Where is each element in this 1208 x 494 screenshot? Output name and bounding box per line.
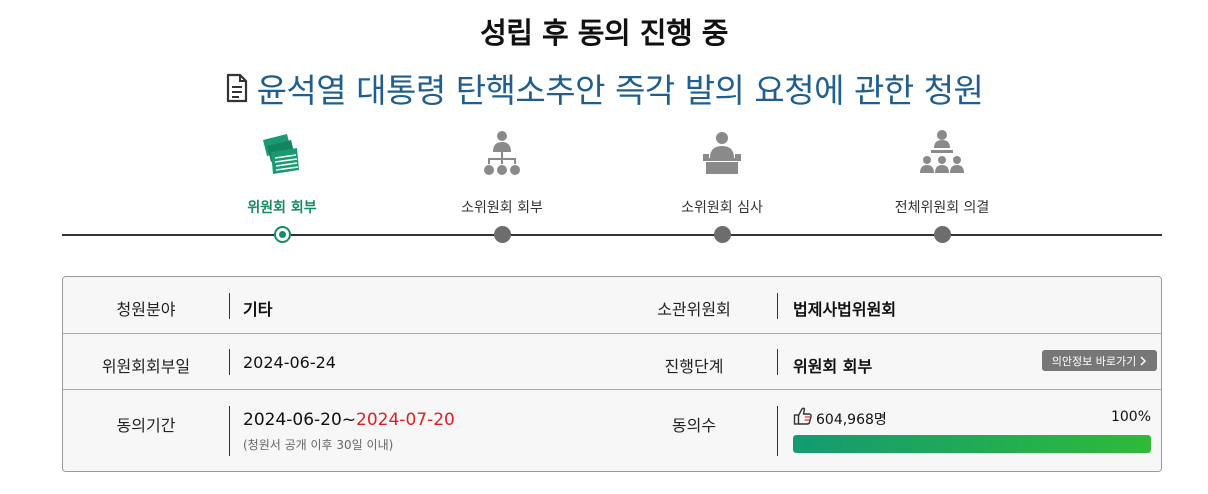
podium-speaker-icon bbox=[703, 132, 741, 174]
field-label: 청원분야 bbox=[116, 300, 176, 319]
info-row-referral: 위원회회부일 2024-06-24 진행단계 위원회 회부 의안정보 바로가기 bbox=[63, 334, 1161, 390]
org-chart-icon bbox=[484, 131, 520, 175]
step-dot bbox=[714, 226, 731, 243]
period-start: 2024-06-20~ bbox=[243, 410, 357, 430]
info-row-period: 동의기간 2024-06-20~2024-07-20 (청원서 공개 이후 30… bbox=[63, 390, 1161, 471]
bill-info-link-label: 의안정보 바로가기 bbox=[1051, 354, 1137, 368]
status-title: 성립 후 동의 진행 중 bbox=[480, 16, 728, 50]
step-full-committee-vote: 전체위원회 의결 bbox=[852, 128, 1032, 216]
timeline-line bbox=[62, 234, 1162, 236]
stage-label: 진행단계 bbox=[664, 357, 724, 376]
agree-progress-bar bbox=[793, 435, 1151, 453]
period-note: (청원서 공개 이후 30일 이내) bbox=[243, 438, 394, 452]
step-committee-referral: 위원회 회부 bbox=[192, 128, 372, 216]
petition-title: 윤석열 대통령 탄핵소추안 즉각 발의 요청에 관한 청원 bbox=[0, 64, 1208, 112]
divider bbox=[777, 406, 778, 456]
agree-progress-fill bbox=[793, 435, 1151, 453]
agree-count-value: 604,968명 bbox=[816, 412, 887, 428]
field-value: 기타 bbox=[243, 300, 273, 319]
divider bbox=[777, 293, 778, 319]
petition-info-table: 청원분야 기타 소관위원회 법제사법위원회 위원회회부일 2024-06-24 … bbox=[62, 276, 1162, 472]
bill-info-link-button[interactable]: 의안정보 바로가기 bbox=[1042, 350, 1157, 371]
step-subcommittee-referral: 소위원회 회부 bbox=[412, 128, 592, 216]
committee-label: 소관위원회 bbox=[657, 300, 731, 319]
step-label: 위원회 회부 bbox=[247, 200, 317, 216]
referral-date-value: 2024-06-24 bbox=[243, 353, 336, 372]
referral-date-label: 위원회회부일 bbox=[101, 357, 191, 376]
info-row-field: 청원분야 기타 소관위원회 법제사법위원회 bbox=[63, 277, 1161, 334]
divider bbox=[229, 406, 230, 456]
thumbs-up-icon bbox=[793, 407, 812, 425]
divider bbox=[229, 293, 230, 319]
committee-value: 법제사법위원회 bbox=[793, 300, 897, 319]
stacked-documents-icon bbox=[263, 134, 299, 174]
step-label: 소위원회 회부 bbox=[461, 200, 543, 216]
period-end: 2024-07-20 bbox=[356, 410, 455, 430]
agree-count-label: 동의수 bbox=[671, 416, 717, 435]
assembly-meeting-icon bbox=[920, 130, 964, 173]
step-dot-active bbox=[274, 226, 291, 243]
step-dot bbox=[934, 226, 951, 243]
divider bbox=[777, 349, 778, 375]
petition-title-text: 윤석열 대통령 탄핵소추안 즉각 발의 요청에 관한 청원 bbox=[256, 71, 984, 110]
progress-steps: 위원회 회부 소위원회 회부 소위원회 심사 전체위원회 의결 bbox=[62, 128, 1162, 248]
divider bbox=[229, 349, 230, 375]
step-label: 소위원회 심사 bbox=[681, 200, 763, 216]
document-icon bbox=[226, 73, 247, 103]
period-label: 동의기간 bbox=[116, 416, 176, 435]
step-dot bbox=[494, 226, 511, 243]
stage-value: 위원회 회부 bbox=[793, 357, 873, 376]
chevron-right-icon bbox=[1140, 355, 1147, 366]
agree-percent: 100% bbox=[1110, 409, 1151, 425]
step-label: 전체위원회 의결 bbox=[894, 200, 990, 216]
step-subcommittee-review: 소위원회 심사 bbox=[632, 128, 812, 216]
period-value: 2024-06-20~2024-07-20 bbox=[243, 410, 455, 430]
